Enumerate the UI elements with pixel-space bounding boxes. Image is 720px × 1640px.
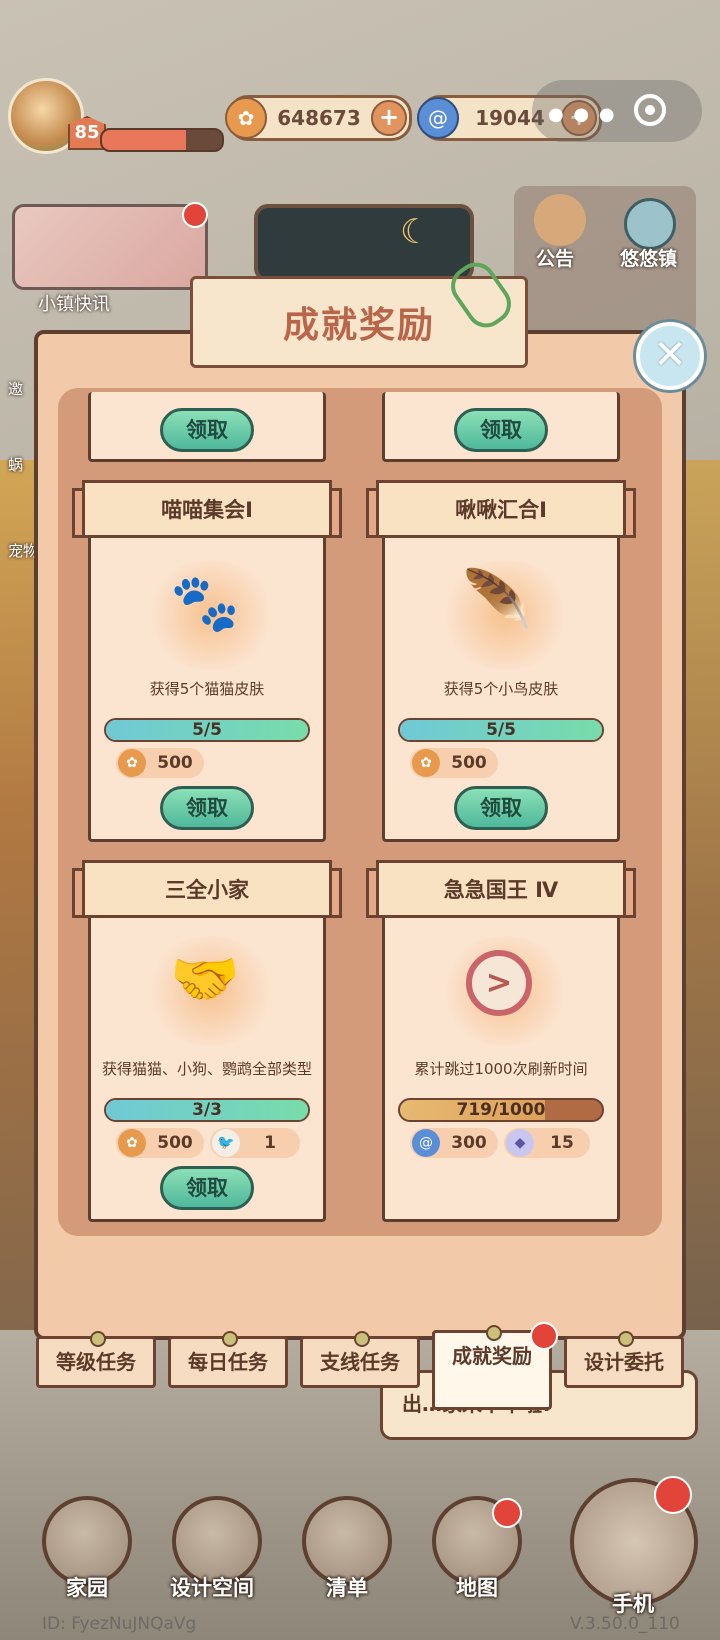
gem-icon: @ — [417, 97, 459, 139]
add-coins-button[interactable]: + — [371, 100, 407, 136]
reward-gem: @300 — [410, 1128, 498, 1158]
notification-dot — [530, 1322, 558, 1350]
claim-button[interactable]: 领取 — [160, 1166, 254, 1210]
achievement-banner: 啾啾汇合Ⅰ — [366, 480, 636, 544]
coin-counter: ✿ 648673 + — [225, 95, 412, 141]
version-text: V.3.50.0_110 — [570, 1614, 680, 1634]
announcement-label: 公告 — [536, 248, 575, 270]
handshake-illustration: 🤝 — [170, 947, 240, 1012]
coin-icon: ✿ — [412, 749, 440, 777]
claim-button[interactable]: 领取 — [160, 786, 254, 830]
side-label-snail[interactable]: 蜗 — [8, 454, 23, 475]
notification-dot — [492, 1498, 522, 1528]
achievement-banner: 三全小家 — [72, 860, 342, 924]
achievement-title: 三全小家 — [82, 860, 332, 918]
achievement-banner: 喵喵集会Ⅰ — [72, 480, 342, 544]
achievement-banner: 急急国王 Ⅳ — [366, 860, 636, 924]
town-news-thumbnail[interactable] — [12, 204, 208, 290]
moon-icon: ☾ — [400, 212, 431, 252]
tab-design-commission[interactable]: 设计委托 — [564, 1331, 684, 1388]
nav-design-space-label: 设计空间 — [170, 1576, 254, 1600]
claim-button[interactable]: 领取 — [454, 408, 548, 452]
reward-ticket: ◆ 15 — [504, 1128, 590, 1158]
reward-coin: ✿ 500 — [116, 748, 204, 778]
parrot-icon: 🐦 — [212, 1129, 240, 1157]
achievement-desc: 获得5个小鸟皮肤 — [443, 680, 559, 698]
nav-map-label: 地图 — [456, 1576, 498, 1600]
paw-illustration: 🐾 — [170, 571, 240, 636]
town-news-label: 小镇快讯 — [38, 294, 110, 315]
coin-icon: ✿ — [118, 749, 146, 777]
progress-bar: 5/5 — [398, 718, 604, 742]
notification-dot — [182, 202, 208, 228]
gem-icon: @ — [412, 1129, 440, 1157]
ticket-icon: ◆ — [506, 1129, 534, 1157]
announcement-icon[interactable] — [534, 194, 586, 246]
achievement-desc: 获得5个猫猫皮肤 — [149, 680, 265, 698]
close-mini-program-icon[interactable] — [634, 94, 666, 126]
background-scenery-right — [680, 460, 720, 1360]
town-label: 悠悠镇 — [620, 248, 678, 270]
nav-home-label: 家园 — [66, 1576, 108, 1600]
tab-daily-tasks[interactable]: 每日任务 — [168, 1331, 288, 1388]
tab-side-tasks[interactable]: 支线任务 — [300, 1331, 420, 1388]
town-home-icon[interactable] — [624, 198, 676, 250]
achievement-desc: 获得猫猫、小狗、鹦鹉全部类型 — [101, 1060, 312, 1078]
claim-button[interactable]: 领取 — [454, 786, 548, 830]
more-menu-icon[interactable]: ● ● ● — [548, 104, 617, 125]
coin-icon: ✿ — [118, 1129, 146, 1157]
achievement-desc: 累计跳过1000次刷新时间 — [414, 1060, 588, 1078]
claim-button[interactable]: 领取 — [160, 408, 254, 452]
achievement-title: 喵喵集会Ⅰ — [82, 480, 332, 538]
coin-icon: ✿ — [225, 97, 267, 139]
achievement-title: 急急国王 Ⅳ — [376, 860, 626, 918]
achievement-card — [382, 880, 620, 1222]
progress-bar: 5/5 — [104, 718, 310, 742]
reward-coin: ✿ 500 — [410, 748, 498, 778]
reward-parrot: 🐦 1 — [210, 1128, 300, 1158]
close-button[interactable]: ✕ — [636, 322, 704, 390]
progress-bar: 3/3 — [104, 1098, 310, 1122]
xp-bar — [100, 128, 224, 152]
reward-coin: ✿ 500 — [116, 1128, 204, 1158]
notification-dot — [654, 1476, 692, 1514]
progress-bar: 719/1000 — [398, 1098, 604, 1122]
user-id: ID: FyezNuJNQaVg — [42, 1614, 197, 1634]
wing-illustration: 🪶 — [462, 567, 532, 632]
modal-title: 成就奖励 — [282, 305, 435, 346]
day-night-indicator — [254, 204, 474, 282]
achievement-title: 啾啾汇合Ⅰ — [376, 480, 626, 538]
nav-checklist-label: 清单 — [326, 1576, 368, 1600]
coin-value: 648673 — [277, 106, 361, 130]
side-label-invite[interactable]: 邀 — [8, 378, 23, 399]
tab-level-tasks[interactable]: 等级任务 — [36, 1331, 156, 1388]
clock-illustration: > — [466, 950, 532, 1016]
